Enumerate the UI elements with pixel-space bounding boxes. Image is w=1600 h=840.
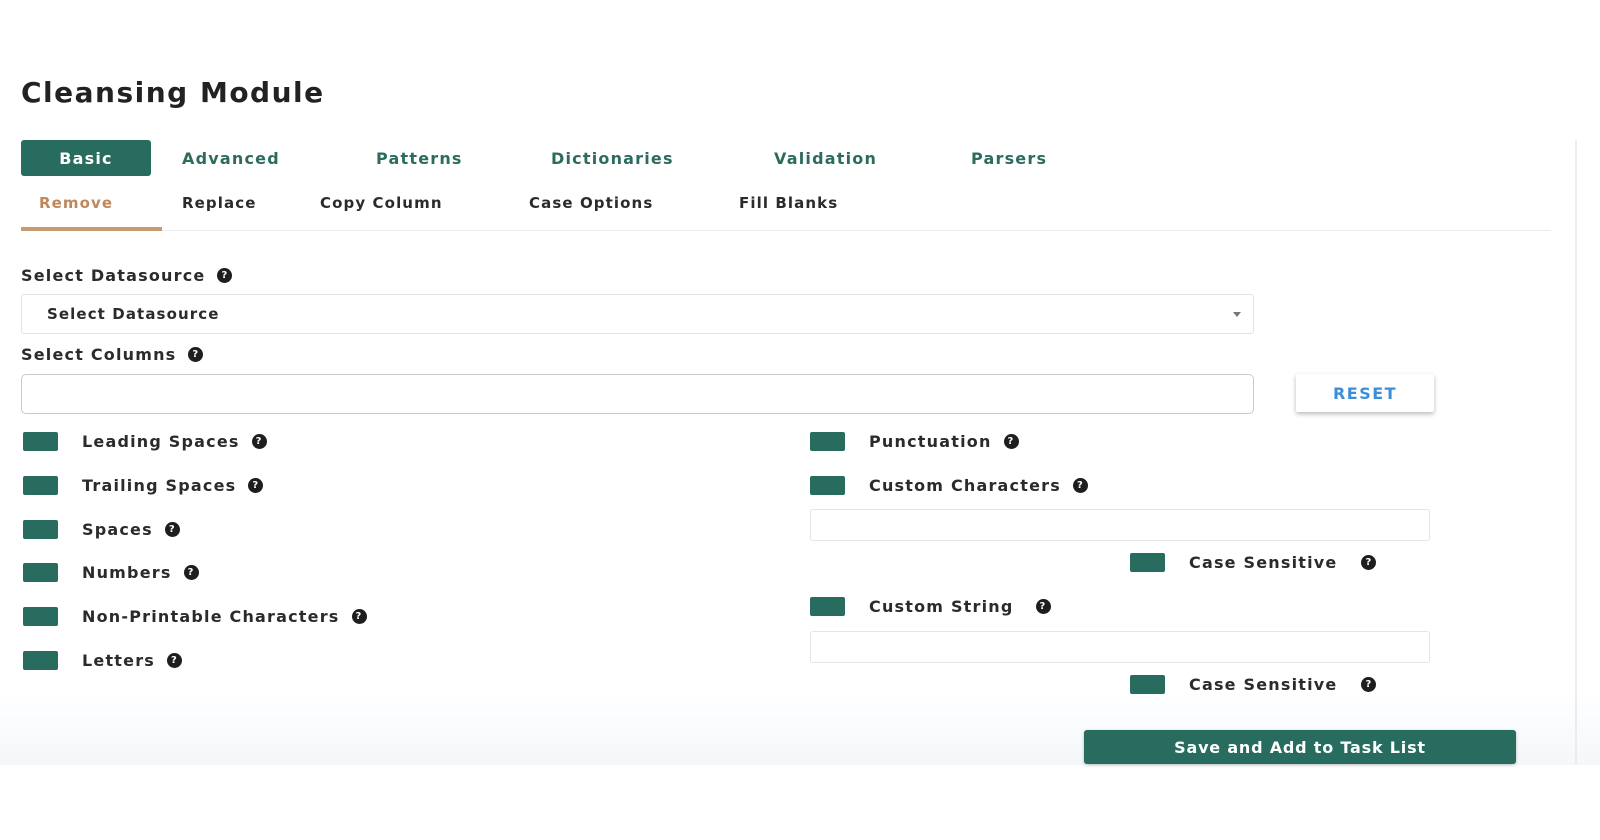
datasource-label: Select Datasource: [21, 266, 206, 285]
checkbox[interactable]: [1130, 552, 1165, 572]
option-label: Punctuation: [869, 431, 992, 451]
checkbox[interactable]: [23, 519, 58, 539]
help-icon[interactable]: ?: [188, 347, 204, 362]
option-label: Custom String: [869, 596, 1014, 616]
datasource-label-row: Select Datasource ?: [21, 266, 233, 285]
tab-parsers[interactable]: Parsers: [971, 140, 1047, 176]
datasource-select[interactable]: Select Datasource: [21, 294, 1254, 334]
option-label: Non-Printable Characters: [82, 606, 340, 626]
checkbox[interactable]: [23, 431, 58, 451]
checkbox[interactable]: [23, 650, 58, 670]
subtab-fill-blanks[interactable]: Fill Blanks: [739, 190, 838, 216]
subtab-copy-column[interactable]: Copy Column: [320, 190, 443, 216]
checkbox[interactable]: [23, 606, 58, 626]
help-icon[interactable]: ?: [248, 477, 264, 493]
checkbox[interactable]: [23, 475, 58, 495]
active-subtab-indicator: [21, 227, 162, 231]
datasource-select-value: Select Datasource: [47, 305, 220, 323]
save-and-add-button[interactable]: Save and Add to Task List: [1084, 730, 1516, 764]
help-icon[interactable]: ?: [167, 652, 183, 668]
tab-basic[interactable]: Basic: [21, 140, 151, 176]
option-label: Custom Characters: [869, 475, 1061, 495]
tab-advanced[interactable]: Advanced: [182, 140, 280, 176]
help-icon[interactable]: ?: [1072, 477, 1088, 493]
option-leading-spaces: Leading Spaces ?: [23, 430, 267, 452]
help-icon[interactable]: ?: [164, 521, 180, 537]
subtab-divider: [21, 230, 1551, 231]
checkbox[interactable]: [810, 596, 845, 616]
help-icon[interactable]: ?: [351, 608, 367, 624]
cleansing-module-page: Cleansing Module Basic Advanced Patterns…: [0, 0, 1600, 840]
help-icon[interactable]: ?: [183, 564, 199, 580]
option-label: Spaces: [82, 519, 153, 539]
option-label: Case Sensitive: [1189, 552, 1338, 572]
panel-divider: [1575, 140, 1577, 765]
reset-button[interactable]: RESET: [1296, 374, 1434, 412]
help-icon[interactable]: ?: [217, 268, 233, 283]
custom-string-input[interactable]: [810, 631, 1430, 663]
custom-string-case-sensitive: Case Sensitive ?: [1130, 673, 1377, 695]
checkbox[interactable]: [810, 431, 845, 451]
option-numbers: Numbers ?: [23, 561, 199, 583]
option-trailing-spaces: Trailing Spaces ?: [23, 474, 264, 496]
subtab-replace[interactable]: Replace: [182, 190, 257, 216]
tab-validation[interactable]: Validation: [774, 140, 877, 176]
option-label: Trailing Spaces: [82, 475, 237, 495]
option-letters: Letters ?: [23, 649, 183, 671]
page-title: Cleansing Module: [21, 76, 325, 109]
custom-characters-case-sensitive: Case Sensitive ?: [1130, 551, 1377, 573]
subtab-remove[interactable]: Remove: [39, 190, 113, 216]
checkbox[interactable]: [1130, 674, 1165, 694]
option-spaces: Spaces ?: [23, 518, 180, 540]
tab-patterns[interactable]: Patterns: [376, 140, 463, 176]
checkbox[interactable]: [810, 475, 845, 495]
option-custom-string: Custom String ?: [810, 595, 1051, 617]
option-punctuation: Punctuation ?: [810, 430, 1019, 452]
help-icon[interactable]: ?: [1003, 433, 1019, 449]
columns-label: Select Columns: [21, 345, 177, 364]
option-label: Numbers: [82, 562, 172, 582]
help-icon[interactable]: ?: [1035, 598, 1051, 614]
columns-input[interactable]: [21, 374, 1254, 414]
help-icon[interactable]: ?: [1361, 676, 1377, 692]
checkbox[interactable]: [23, 562, 58, 582]
help-icon[interactable]: ?: [1361, 554, 1377, 570]
custom-characters-input[interactable]: [810, 509, 1430, 541]
option-label: Letters: [82, 650, 156, 670]
tab-dictionaries[interactable]: Dictionaries: [551, 140, 674, 176]
help-icon[interactable]: ?: [251, 433, 267, 449]
subtab-case-options[interactable]: Case Options: [529, 190, 653, 216]
option-label: Leading Spaces: [82, 431, 240, 451]
caret-down-icon: [1233, 312, 1241, 317]
option-custom-characters: Custom Characters ?: [810, 474, 1088, 496]
columns-label-row: Select Columns ?: [21, 345, 204, 364]
option-label: Case Sensitive: [1189, 674, 1338, 694]
option-non-printable-characters: Non-Printable Characters ?: [23, 605, 367, 627]
